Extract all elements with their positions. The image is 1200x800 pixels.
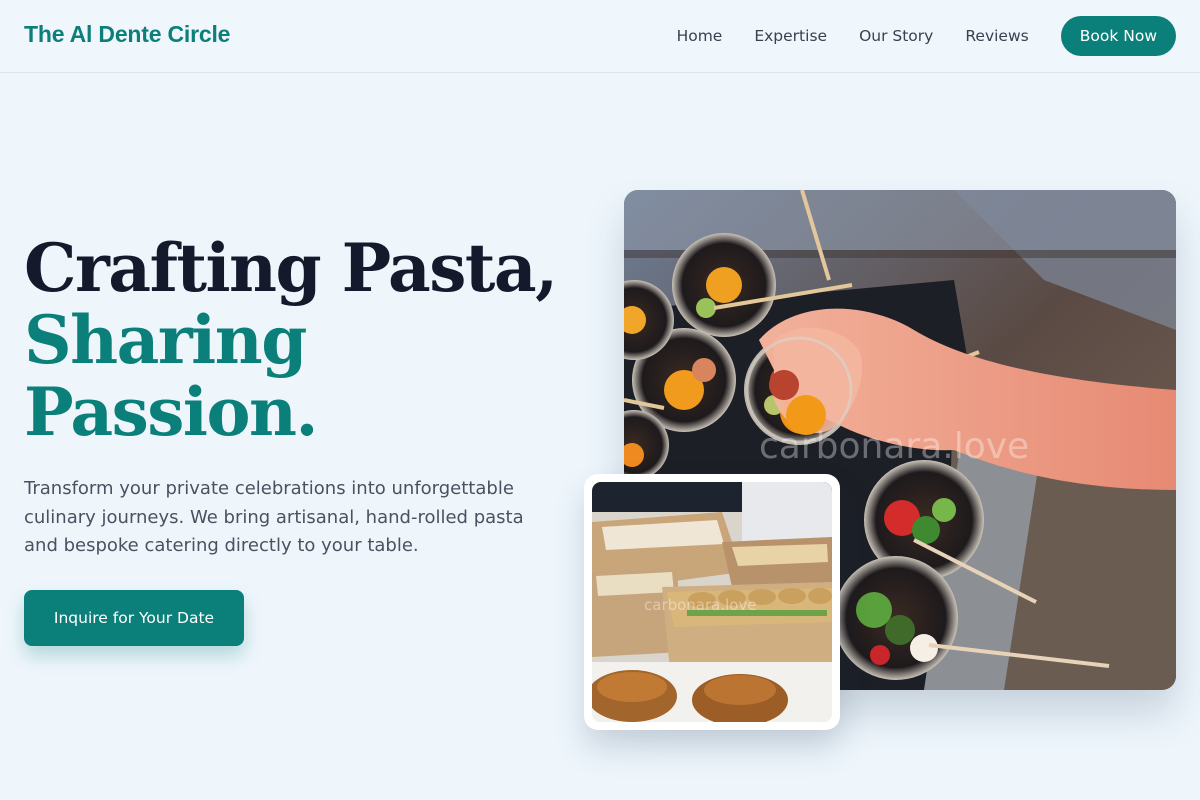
nav-link-expertise[interactable]: Expertise xyxy=(754,16,827,56)
hero-title-line-3: Passion. xyxy=(24,373,319,451)
hero-secondary-photo: carbonara.love xyxy=(592,482,832,722)
brand-logo-text[interactable]: The Al Dente Circle xyxy=(24,21,230,48)
main-image-watermark: carbonara.love xyxy=(759,426,1029,467)
hero-subtitle: Transform your private celebrations into… xyxy=(24,478,524,556)
hero-title-line-1: Crafting Pasta, xyxy=(24,229,558,307)
main-nav: Home Expertise Our Story Reviews Book No… xyxy=(677,16,1176,56)
inquire-button[interactable]: Inquire for Your Date xyxy=(24,590,244,646)
hero-title-line-2: Sharing xyxy=(24,301,307,379)
thumb-image-watermark: carbonara.love xyxy=(644,596,757,614)
book-now-button[interactable]: Book Now xyxy=(1060,16,1176,56)
hero-secondary-photo-frame: carbonara.love xyxy=(584,474,840,730)
catering-boxes-image: carbonara.love xyxy=(592,482,832,722)
hero-title: Crafting Pasta, Sharing Passion. xyxy=(24,232,584,448)
site-header: The Al Dente Circle Home Expertise Our S… xyxy=(0,0,1200,73)
nav-link-home[interactable]: Home xyxy=(677,16,723,56)
nav-link-our-story[interactable]: Our Story xyxy=(859,16,933,56)
nav-link-reviews[interactable]: Reviews xyxy=(965,16,1028,56)
